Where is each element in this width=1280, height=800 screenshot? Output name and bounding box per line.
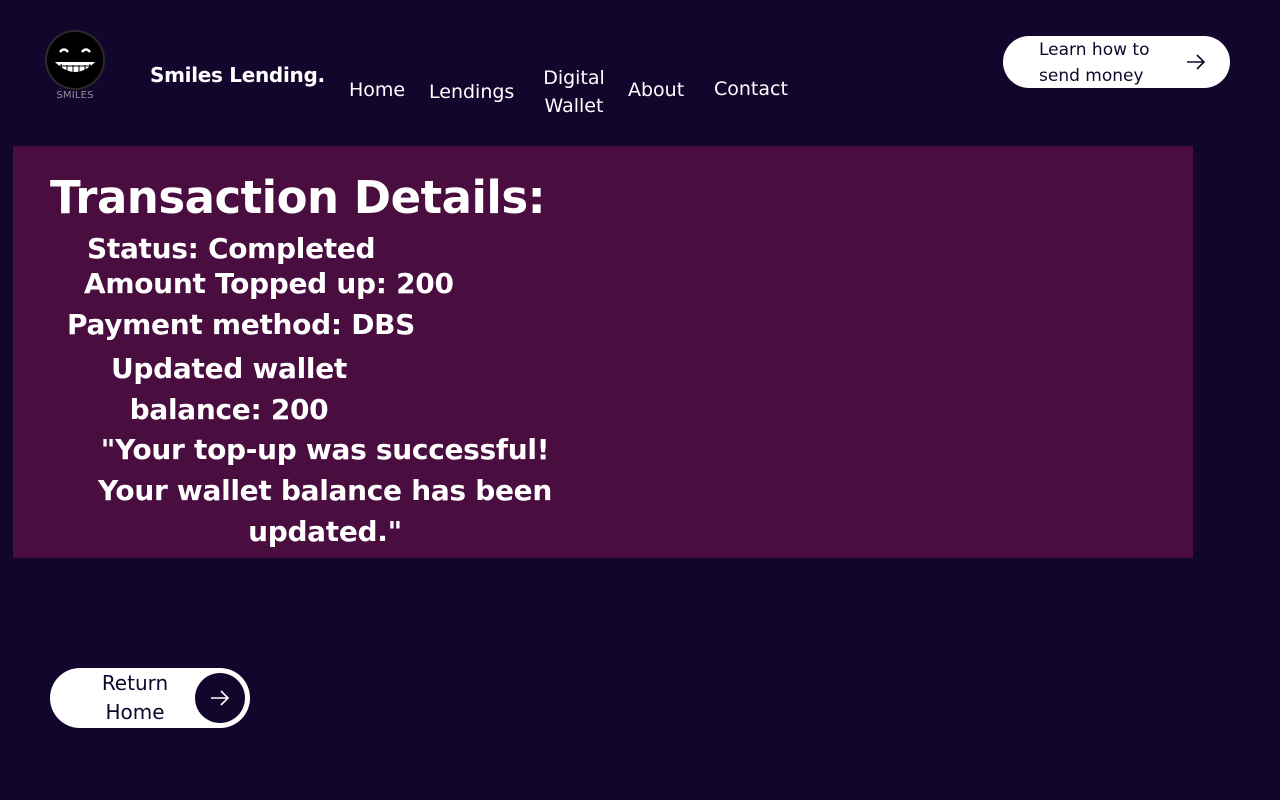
logo-text: SMILES: [56, 90, 94, 101]
success-message: "Your top-up was successful! Your wallet…: [97, 433, 552, 548]
arrow-right-icon: [211, 690, 230, 706]
transaction-title: Transaction Details:: [50, 171, 546, 224]
nav-lendings[interactable]: Lendings: [429, 78, 514, 106]
nav-home[interactable]: Home: [349, 76, 405, 104]
smiley-logo-icon: [45, 30, 105, 90]
updated-wallet-balance: Updated wallet balance: 200: [110, 352, 347, 426]
page: SMILES Smiles Lending. Home Lendings Dig…: [0, 0, 1280, 800]
learn-send-money-label: Learn how to send money: [1039, 40, 1150, 86]
transaction-status: Status: Completed: [87, 232, 376, 265]
nav-about[interactable]: About: [628, 76, 684, 104]
logo[interactable]: SMILES: [38, 28, 112, 112]
transaction-amount: Amount Topped up: 200: [84, 267, 454, 300]
arrow-right-icon: [1187, 54, 1206, 70]
learn-send-money-button[interactable]: Learn how to send money: [1003, 36, 1230, 88]
return-home-label: Return Home: [101, 671, 169, 724]
return-home-button[interactable]: Return Home: [50, 668, 250, 728]
brand-name[interactable]: Smiles Lending.: [150, 63, 325, 87]
nav-contact[interactable]: Contact: [714, 75, 788, 103]
nav-digital-wallet[interactable]: Digital Wallet: [538, 64, 610, 120]
payment-method: Payment method: DBS: [67, 308, 416, 341]
return-home-arrow-circle: [195, 673, 245, 723]
